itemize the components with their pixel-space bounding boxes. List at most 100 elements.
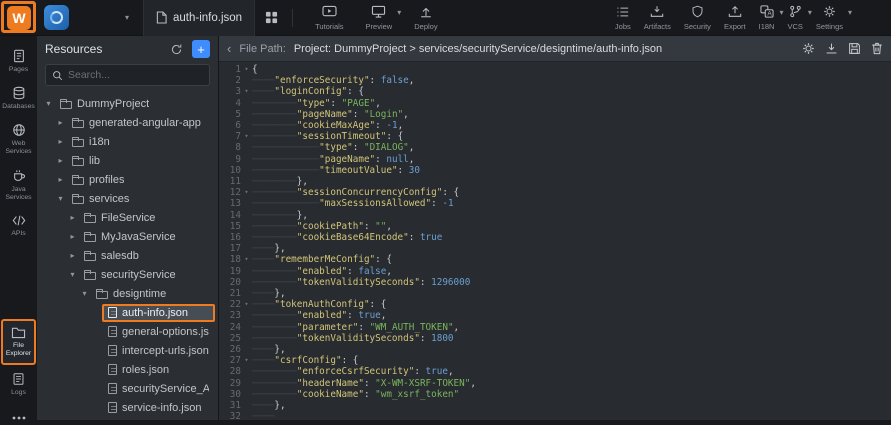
tree-caret-icon[interactable]: ▸ [55,156,66,165]
code-line[interactable]: 15────────"cookiePath": "", [219,221,891,232]
code-line[interactable]: 2────"enforceSecurity": false, [219,75,891,86]
tree-item-salesdb[interactable]: ▸ salesdb [37,246,218,265]
fold-marker[interactable]: ▾ [241,131,252,142]
tree-item-service-info.json[interactable]: service-info.json [37,398,218,417]
settings-gear-icon[interactable] [802,42,815,55]
code-text[interactable]: ────────"tokenValiditySeconds": 1296000 [252,277,891,288]
code-text[interactable]: ──── [252,411,891,420]
refresh-icon[interactable] [170,43,183,56]
tree-item-DummyProject[interactable]: ▾ DummyProject [37,94,218,113]
code-text[interactable]: ────}, [252,288,891,299]
tree-item-designtime[interactable]: ▾ designtime [37,284,218,303]
code-line[interactable]: 19────────"enabled": false, [219,266,891,277]
settings-caret-icon[interactable]: ▾ [848,9,852,17]
code-editor[interactable]: 1▾{2────"enforceSecurity": false,3▾────"… [219,62,891,420]
fold-marker[interactable]: ▾ [241,86,252,97]
tree-caret-icon[interactable]: ▸ [67,232,78,241]
tree-item-roles.json[interactable]: roles.json [37,360,218,379]
code-line[interactable]: 29────────"headerName": "X-WM-XSRF-TOKEN… [219,378,891,389]
vcs-caret-icon[interactable]: ▾ [808,9,812,17]
preview-caret-icon[interactable]: ▾ [397,9,401,17]
sidebar-item-web-services[interactable]: Web Services [1,118,36,161]
code-line[interactable]: 7▾────────"sessionTimeout": { [219,131,891,142]
tree-caret-icon[interactable]: ▾ [55,194,66,203]
code-text[interactable]: ────────}, [252,210,891,221]
tree-item-securityService_API.json[interactable]: securityService_API.json [37,379,218,398]
app-logo[interactable]: W [0,6,38,30]
code-text[interactable]: { [252,64,891,75]
tree-caret-icon[interactable]: ▸ [67,213,78,222]
tree-caret-icon[interactable]: ▾ [67,270,78,279]
code-text[interactable]: ────"rememberMeConfig": { [252,254,891,265]
code-line[interactable]: 23────────"enabled": true, [219,310,891,321]
code-text[interactable]: ────────"sessionConcurrencyConfig": { [252,187,891,198]
tree-caret-icon[interactable]: ▸ [55,118,66,127]
code-text[interactable]: ────────"enforceCsrfSecurity": true, [252,366,891,377]
tree-item-intercept-urls.json[interactable]: intercept-urls.json [37,341,218,360]
jobs-button[interactable]: Jobs [615,5,631,31]
tree-item-services[interactable]: ▾ services [37,189,218,208]
code-line[interactable]: 13────────────"maxSessionsAllowed": -1 [219,198,891,209]
code-text[interactable]: ────"csrfConfig": { [252,355,891,366]
download-icon[interactable] [825,42,838,55]
code-line[interactable]: 12▾────────"sessionConcurrencyConfig": { [219,187,891,198]
code-line[interactable]: 30────────"cookieName": "wm_xsrf_token" [219,389,891,400]
fold-marker[interactable]: ▾ [241,187,252,198]
tree-item-generated-angular-app[interactable]: ▸ generated-angular-app [37,113,218,132]
project-menu-caret-icon[interactable]: ▾ [125,14,129,22]
code-text[interactable]: ────}, [252,243,891,254]
code-line[interactable]: 28────────"enforceCsrfSecurity": true, [219,366,891,377]
sidebar-item-more[interactable] [1,411,36,425]
code-line[interactable]: 18▾────"rememberMeConfig": { [219,254,891,265]
code-line[interactable]: 14────────}, [219,210,891,221]
tree-caret-icon[interactable]: ▸ [67,251,78,260]
delete-trash-icon[interactable] [871,42,883,55]
code-text[interactable]: ────────"pageName": "Login", [252,109,891,120]
settings-button[interactable]: ▾ Settings [816,5,843,31]
code-line[interactable]: 25────────"tokenValiditySeconds": 1800 [219,333,891,344]
artifacts-button[interactable]: Artifacts [644,5,671,31]
code-line[interactable]: 10────────────"timeoutValue": 30 [219,165,891,176]
code-line[interactable]: 11────────}, [219,176,891,187]
code-line[interactable]: 4────────"type": "PAGE", [219,98,891,109]
code-line[interactable]: 1▾{ [219,64,891,75]
preview-button[interactable]: ▾ Preview [366,5,393,31]
code-line[interactable]: 3▾────"loginConfig": { [219,86,891,97]
code-text[interactable]: ────}, [252,344,891,355]
code-text[interactable]: ────────"type": "PAGE", [252,98,891,109]
code-line[interactable]: 21────}, [219,288,891,299]
code-area[interactable]: 1▾{2────"enforceSecurity": false,3▾────"… [219,64,891,420]
save-icon[interactable] [848,42,861,55]
tree-item-auth-info.json[interactable]: auth-info.json [37,303,218,322]
sidebar-item-file-explorer[interactable]: File Explorer [1,319,36,365]
tree-caret-icon[interactable]: ▸ [55,137,66,146]
sidebar-item-databases[interactable]: Databases [1,81,36,116]
code-line[interactable]: 9────────────"pageName": null, [219,154,891,165]
code-line[interactable]: 27▾────"csrfConfig": { [219,355,891,366]
code-line[interactable]: 17────}, [219,243,891,254]
tree-caret-icon[interactable]: ▾ [79,289,90,298]
tree-item-general-options.json[interactable]: general-options.json [37,322,218,341]
code-line[interactable]: 26────}, [219,344,891,355]
project-avatar[interactable] [44,5,69,30]
search-input[interactable] [68,69,203,81]
tree-item-FileService[interactable]: ▸ FileService [37,208,218,227]
sidebar-item-apis[interactable]: APIs [1,209,36,243]
fold-marker[interactable]: ▾ [241,64,252,75]
tree-item-profiles[interactable]: ▸ profiles [37,170,218,189]
code-text[interactable]: ────}, [252,400,891,411]
vcs-button[interactable]: ▾ VCS [787,5,802,31]
code-text[interactable]: ────────"tokenValiditySeconds": 1800 [252,333,891,344]
tree-caret-icon[interactable]: ▾ [43,99,54,108]
fold-marker[interactable]: ▾ [241,355,252,366]
export-button[interactable]: Export [724,5,746,31]
code-line[interactable]: 8────────────"type": "DIALOG", [219,142,891,153]
i18n-caret-icon[interactable]: ▾ [779,9,783,17]
add-resource-button[interactable]: + [192,40,210,58]
sidebar-item-pages[interactable]: Pages [1,44,36,79]
code-text[interactable]: ────────────"timeoutValue": 30 [252,165,891,176]
code-line[interactable]: 16────────"cookieBase64Encode": true [219,232,891,243]
tree-item-i18n[interactable]: ▸ i18n [37,132,218,151]
code-text[interactable]: ────────"headerName": "X-WM-XSRF-TOKEN", [252,378,891,389]
code-line[interactable]: 31────}, [219,400,891,411]
